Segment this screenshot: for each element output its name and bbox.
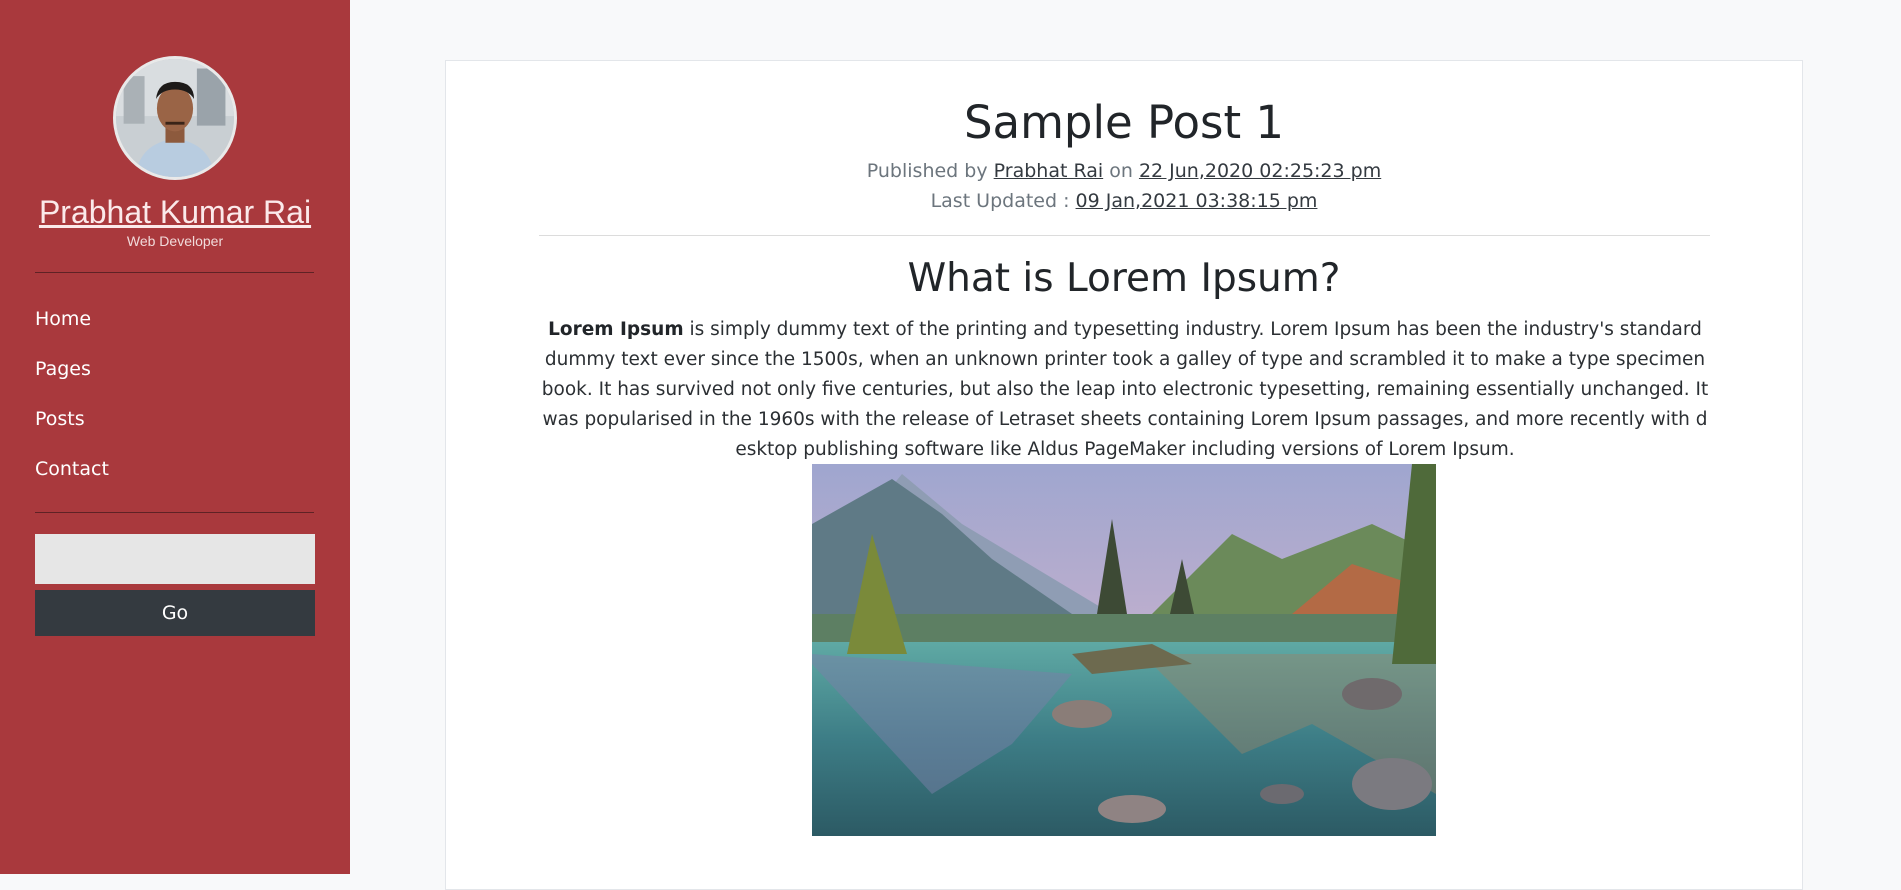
mountain-lake-image [812, 464, 1436, 836]
avatar-image [116, 59, 234, 177]
published-prefix: Published by [866, 160, 988, 182]
nav-item-home[interactable]: Home [35, 300, 315, 350]
updated-date-link[interactable]: 09 Jan,2021 03:38:15 pm [1076, 190, 1318, 212]
site-role: Web Developer [126, 233, 224, 249]
body-paragraph: is simply dummy text of the printing and… [541, 319, 1709, 460]
section-heading: What is Lorem Ipsum? [907, 256, 1341, 301]
author-link[interactable]: Prabhat Rai [994, 160, 1104, 182]
post-card: Sample Post 1 Published by Prabhat Rai o… [445, 60, 1803, 890]
search-input[interactable] [35, 534, 315, 584]
updated-prefix: Last Updated : [930, 190, 1070, 212]
post-title: Sample Post 1 [963, 96, 1285, 149]
sidebar-divider-bottom [35, 512, 314, 513]
post-body: Lorem Ipsum is simply dummy text of the … [540, 315, 1710, 465]
go-button[interactable]: Go [35, 590, 315, 636]
sidebar-divider-top [35, 272, 314, 273]
nav-item-pages[interactable]: Pages [35, 350, 315, 400]
post-image [812, 464, 1436, 836]
sidebar-nav: Home Pages Posts Contact [35, 300, 315, 500]
site-name-link[interactable]: Prabhat Kumar Rai [0, 192, 350, 232]
nav-item-posts[interactable]: Posts [35, 400, 315, 450]
post-published-meta: Published by Prabhat Rai on 22 Jun,2020 … [446, 157, 1802, 185]
post-updated-meta: Last Updated : 09 Jan,2021 03:38:15 pm [446, 187, 1802, 215]
avatar [113, 56, 237, 180]
sidebar: Prabhat Kumar Rai Web Developer Home Pag… [0, 0, 350, 874]
body-bold-term: Lorem Ipsum [548, 319, 684, 340]
nav-item-contact[interactable]: Contact [35, 450, 315, 500]
on-word: on [1109, 160, 1133, 182]
post-divider [539, 235, 1710, 236]
published-date-link[interactable]: 22 Jun,2020 02:25:23 pm [1139, 160, 1381, 182]
